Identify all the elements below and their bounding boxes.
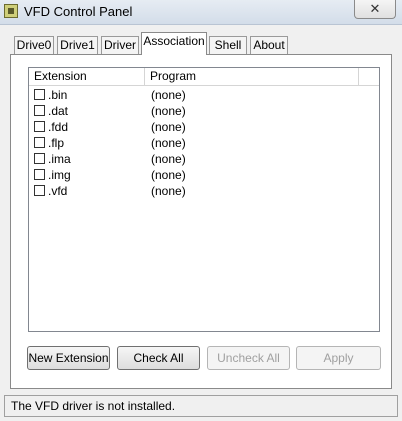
extension-name: .vfd bbox=[48, 184, 68, 198]
tab-association[interactable]: Association bbox=[141, 32, 207, 55]
extension-checkbox[interactable] bbox=[34, 137, 45, 148]
new-extension-button[interactable]: New Extension bbox=[27, 346, 110, 370]
extension-checkbox[interactable] bbox=[34, 153, 45, 164]
status-bar: The VFD driver is not installed. bbox=[4, 395, 398, 417]
program-name: (none) bbox=[151, 184, 186, 198]
list-item[interactable]: .img (none) bbox=[29, 167, 379, 183]
extension-checkbox[interactable] bbox=[34, 185, 45, 196]
extension-name: .bin bbox=[48, 88, 68, 102]
list-item[interactable]: .vfd (none) bbox=[29, 183, 379, 199]
close-button[interactable]: ✕ bbox=[354, 0, 396, 19]
program-name: (none) bbox=[151, 168, 186, 182]
uncheck-all-button[interactable]: Uncheck All bbox=[207, 346, 290, 370]
extension-list[interactable]: Extension Program .bin (none) .dat (none… bbox=[28, 67, 380, 332]
check-all-button[interactable]: Check All bbox=[117, 346, 200, 370]
association-panel: Extension Program .bin (none) .dat (none… bbox=[10, 54, 392, 389]
list-header: Extension Program bbox=[29, 68, 379, 86]
list-item[interactable]: .bin (none) bbox=[29, 87, 379, 103]
program-name: (none) bbox=[151, 104, 186, 118]
extension-checkbox[interactable] bbox=[34, 169, 45, 180]
title-bar: VFD Control Panel ✕ bbox=[0, 0, 402, 25]
tab-shell[interactable]: Shell bbox=[209, 36, 247, 54]
extension-name: .fdd bbox=[48, 120, 69, 134]
window-title: VFD Control Panel bbox=[24, 4, 133, 19]
tab-driver[interactable]: Driver bbox=[101, 36, 139, 54]
floppy-disk-icon[interactable] bbox=[4, 4, 18, 18]
program-name: (none) bbox=[151, 136, 186, 150]
tab-drive0[interactable]: Drive0 bbox=[14, 36, 54, 54]
list-item[interactable]: .flp (none) bbox=[29, 135, 379, 151]
apply-button[interactable]: Apply bbox=[296, 346, 381, 370]
program-name: (none) bbox=[151, 152, 186, 166]
column-header-program[interactable]: Program bbox=[145, 68, 359, 85]
extension-name: .flp bbox=[48, 136, 65, 150]
list-item[interactable]: .ima (none) bbox=[29, 151, 379, 167]
program-name: (none) bbox=[151, 120, 186, 134]
extension-name: .img bbox=[48, 168, 71, 182]
extension-checkbox[interactable] bbox=[34, 105, 45, 116]
extension-checkbox[interactable] bbox=[34, 121, 45, 132]
program-name: (none) bbox=[151, 88, 186, 102]
extension-name: .dat bbox=[48, 104, 69, 118]
extension-checkbox[interactable] bbox=[34, 89, 45, 100]
extension-name: .ima bbox=[48, 152, 71, 166]
list-item[interactable]: .dat (none) bbox=[29, 103, 379, 119]
tab-about[interactable]: About bbox=[250, 36, 288, 54]
column-header-extension[interactable]: Extension bbox=[29, 68, 145, 85]
tab-drive1[interactable]: Drive1 bbox=[57, 36, 98, 54]
list-item[interactable]: .fdd (none) bbox=[29, 119, 379, 135]
